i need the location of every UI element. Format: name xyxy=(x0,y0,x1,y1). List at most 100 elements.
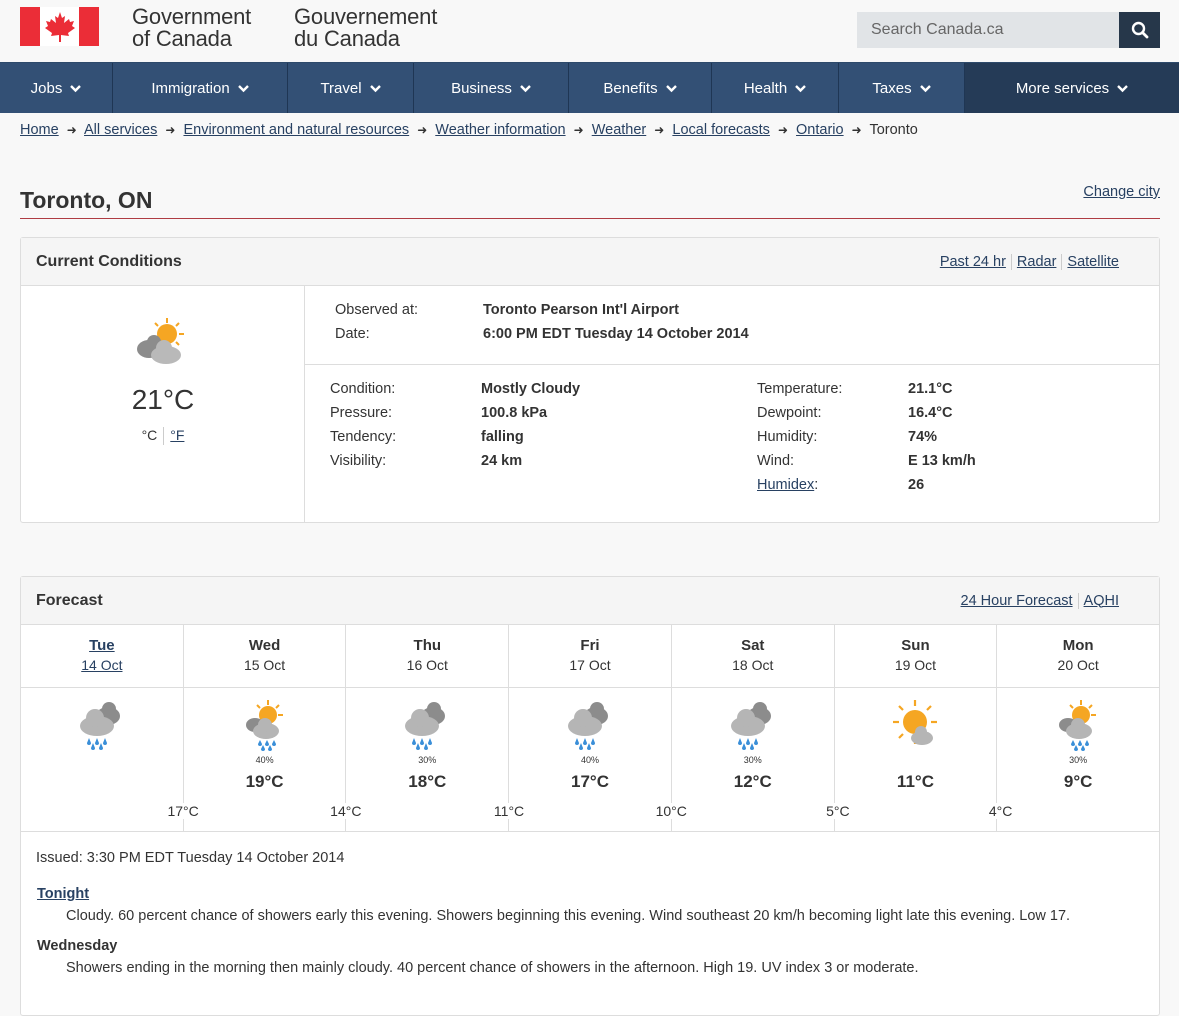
day-name: Sat xyxy=(741,637,765,654)
forecast-day-headers: Tue 14 Oct Wed 15 Oct Thu 16 Oct Fri 17 … xyxy=(21,625,1159,688)
menu-label: Benefits xyxy=(603,79,658,97)
search-icon xyxy=(1131,21,1148,39)
humidex-link[interactable]: Humidex xyxy=(757,477,814,493)
breadcrumb-current: Toronto xyxy=(869,122,918,138)
low-temp: 10°C xyxy=(653,803,689,819)
title-underline xyxy=(20,218,1160,219)
aqhi-link[interactable]: AQHI xyxy=(1077,592,1124,609)
breadcrumb-local-forecasts[interactable]: Local forecasts xyxy=(672,122,770,138)
condition-value: Mostly Cloudy xyxy=(481,381,581,397)
day-header-mon: Mon 20 Oct xyxy=(997,625,1159,687)
signature-fr-line1: Gouvernement xyxy=(294,4,438,29)
forecast-links: 24 Hour Forecast AQHI xyxy=(956,592,1124,609)
current-conditions-header: Current Conditions Past 24 hr Radar Sate… xyxy=(21,238,1159,286)
breadcrumb-weather-information[interactable]: Weather information xyxy=(435,122,565,138)
day-name: Sun xyxy=(901,637,930,654)
satellite-link[interactable]: Satellite xyxy=(1061,253,1124,270)
tendency-value: falling xyxy=(481,429,524,445)
day-header-tue[interactable]: Tue 14 Oct xyxy=(21,625,184,687)
pressure-label: Pressure: xyxy=(330,405,393,421)
signature-fr-line2: du Canada xyxy=(294,26,400,51)
humidity-value: 74% xyxy=(908,429,938,445)
forecast-header: Forecast 24 Hour Forecast AQHI xyxy=(21,577,1159,625)
menu-health[interactable]: Health xyxy=(712,63,839,113)
humidity-label: Humidity: xyxy=(757,429,818,445)
humidex-label: Humidex: xyxy=(757,477,819,493)
day-name[interactable]: Tue xyxy=(21,637,183,654)
chevron-down-icon xyxy=(1117,80,1129,97)
menu-benefits[interactable]: Benefits xyxy=(569,63,712,113)
wind-value: E 13 km/h xyxy=(908,453,976,469)
day-date: 16 Oct xyxy=(406,657,448,673)
radar-link[interactable]: Radar xyxy=(1010,253,1062,270)
period-title-wednesday: Wednesday xyxy=(37,938,118,954)
day-header-sat: Sat 18 Oct xyxy=(672,625,835,687)
forecast-panel: Forecast 24 Hour Forecast AQHI Tue 14 Oc… xyxy=(20,576,1160,1016)
breadcrumb-all-services[interactable]: All services xyxy=(84,122,157,138)
signature-english[interactable]: Government of Canada xyxy=(132,6,251,50)
day-date[interactable]: 14 Oct xyxy=(21,657,183,673)
tonight-link[interactable]: Tonight xyxy=(37,886,89,902)
chevron-down-icon xyxy=(665,80,677,97)
menu-more-services[interactable]: More services xyxy=(965,63,1179,113)
forecast-cell-mon: 30% 9°C xyxy=(997,688,1159,832)
period-text-tonight: Cloudy. 60 percent chance of showers ear… xyxy=(66,908,1071,924)
day-header-fri: Fri 17 Oct xyxy=(509,625,672,687)
forecast-icons-row: 17°C 40% 19°C 14°C 30% 18°C 11°C 40% 17°… xyxy=(21,688,1159,832)
past-24-hr-link[interactable]: Past 24 hr xyxy=(935,254,1011,270)
menu-immigration[interactable]: Immigration xyxy=(113,63,288,113)
day-name: Thu xyxy=(413,637,442,654)
forecast-cell-fri: 40% 17°C 10°C xyxy=(509,688,689,832)
chevron-down-icon xyxy=(70,80,82,97)
forecast-text: Issued: 3:30 PM EDT Tuesday 14 October 2… xyxy=(21,832,1159,976)
page-title: Toronto, ON xyxy=(20,187,153,213)
low-temp: 11°C xyxy=(491,803,527,819)
menu-jobs[interactable]: Jobs xyxy=(0,63,113,113)
signature-french[interactable]: Gouvernement du Canada xyxy=(294,6,437,50)
forecast-cell-sun: 11°C 4°C xyxy=(835,688,1015,832)
search-button[interactable] xyxy=(1119,12,1160,48)
maple-leaf-icon xyxy=(44,11,75,42)
arrow-right-icon: ➜ xyxy=(66,123,77,137)
forecast-cell-sat: 30% 12°C 5°C xyxy=(672,688,852,832)
day-header-wed: Wed 15 Oct xyxy=(184,625,347,687)
low-temp: 14°C xyxy=(328,803,364,819)
menu-label: Business xyxy=(451,79,512,97)
day-header-sun: Sun 19 Oct xyxy=(835,625,998,687)
unit-fahrenheit-link[interactable]: °F xyxy=(170,427,184,443)
arrow-right-icon: ➜ xyxy=(165,123,176,137)
chevron-down-icon xyxy=(369,80,381,97)
menu-label: Health xyxy=(743,79,788,97)
temperature-label: Temperature: xyxy=(757,381,843,397)
breadcrumb-environment[interactable]: Environment and natural resources xyxy=(183,122,409,138)
high-temp: 18°C xyxy=(408,772,447,791)
day-date: 15 Oct xyxy=(243,657,286,673)
period-text-wednesday: Showers ending in the morning then mainl… xyxy=(66,960,919,976)
change-city-link[interactable]: Change city xyxy=(1083,184,1160,200)
period-title-tonight: Tonight xyxy=(37,886,1144,902)
menu-taxes[interactable]: Taxes xyxy=(839,63,965,113)
menu-label: Taxes xyxy=(872,79,912,97)
current-temperature: 21°C xyxy=(131,384,195,415)
current-conditions-links: Past 24 hr Radar Satellite xyxy=(935,253,1124,270)
breadcrumb-home[interactable]: Home xyxy=(20,122,59,138)
breadcrumb-ontario[interactable]: Ontario xyxy=(796,122,844,138)
rain-cloud-icon xyxy=(405,702,446,750)
day-date: 18 Oct xyxy=(732,657,774,673)
tendency-label: Tendency: xyxy=(330,429,397,445)
dewpoint-value: 16.4°C xyxy=(908,405,953,421)
unit-celsius: °C xyxy=(141,427,158,443)
canada-flag-logo[interactable] xyxy=(20,7,99,46)
current-summary: 21°C °C °F xyxy=(21,286,305,522)
menu-business[interactable]: Business xyxy=(414,63,569,113)
search-input[interactable] xyxy=(857,12,1119,48)
rain-cloud-icon xyxy=(79,702,120,750)
24-hour-forecast-link[interactable]: 24 Hour Forecast xyxy=(956,593,1078,609)
menu-travel[interactable]: Travel xyxy=(288,63,414,113)
humidex-value: 26 xyxy=(908,477,925,493)
dewpoint-label: Dewpoint: xyxy=(757,405,822,421)
breadcrumb-weather[interactable]: Weather xyxy=(592,122,647,138)
rain-cloud-icon xyxy=(568,702,609,750)
day-name: Wed xyxy=(248,637,281,654)
menu-label: Immigration xyxy=(151,79,230,97)
